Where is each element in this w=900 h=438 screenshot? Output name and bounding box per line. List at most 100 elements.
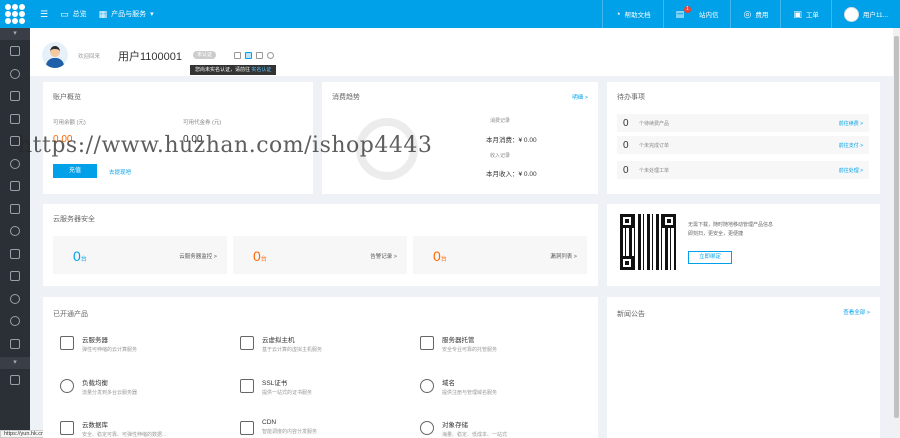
- nodes-icon: [60, 379, 74, 393]
- rail-icon-upload[interactable]: [0, 288, 30, 311]
- products-menu[interactable]: ▦ 产品与服务 ▾: [99, 9, 154, 20]
- help-icon: ◔: [615, 9, 621, 19]
- user-label: 用户11...: [862, 12, 888, 19]
- help-link[interactable]: ◔ 帮助文档: [602, 0, 662, 28]
- security-count: 0台: [433, 248, 447, 264]
- verify-link[interactable]: 实名认证: [251, 67, 271, 73]
- rail-icon-network[interactable]: [0, 175, 30, 198]
- news-card: 新闻公告 查看全部 >: [607, 297, 880, 438]
- avatar: [843, 6, 859, 22]
- page-scrollbar[interactable]: [893, 28, 900, 438]
- security-card: 云服务器安全 0台 云服务器监控 > 0台 告警记录 > 0台 漏洞列表 >: [43, 204, 598, 286]
- security-label: 漏洞列表 >: [550, 254, 577, 260]
- promo-line-1: 无需下载，随时随地移动管理产品信息: [688, 222, 774, 228]
- recharge-button[interactable]: 充值: [53, 164, 97, 178]
- product-desc: 智能调度的内容分发服务: [262, 429, 318, 435]
- id-card-icon[interactable]: [256, 52, 263, 59]
- month-spend: 本月消费：¥ 0.00: [486, 137, 537, 144]
- todo-link[interactable]: 前往支付 >: [839, 142, 863, 149]
- security-label: 云服务器监控 >: [179, 254, 217, 260]
- withdraw-link[interactable]: 去提现吧: [109, 168, 131, 176]
- rail-icon-shield[interactable]: [0, 310, 30, 333]
- rail-icon-command[interactable]: [0, 243, 30, 266]
- mail-icon: ▤: [675, 8, 685, 19]
- product-name: 对象存储: [442, 422, 468, 429]
- product-desc: 安全专业可靠的托管服务: [442, 347, 498, 353]
- product-item[interactable]: 云服务器弹性可伸缩的云计算服务: [60, 334, 137, 353]
- bind-app-button[interactable]: 立即绑定: [688, 251, 732, 264]
- todo-text: 个未处理工单: [639, 167, 670, 174]
- phone-icon[interactable]: [245, 52, 252, 59]
- legend-income: 收入记录: [490, 153, 511, 159]
- rail-icon-monitor[interactable]: [0, 265, 30, 288]
- product-item[interactable]: 服务器托管 安全专业可靠的托管服务: [420, 334, 497, 353]
- product-desc: 提供一站式的证书服务: [262, 390, 313, 396]
- rail-icon-storage[interactable]: [0, 198, 30, 221]
- qr-finder: [620, 256, 634, 270]
- security-box-vulns[interactable]: 0台 漏洞列表 >: [413, 236, 587, 274]
- settings-icon[interactable]: [267, 52, 274, 59]
- rail-icon-hosting[interactable]: [0, 85, 30, 108]
- product-desc: 海量、稳定、低成本、一站式: [442, 432, 508, 438]
- product-desc: 安全、稳定可靠、可弹性伸缩的数据...: [82, 432, 167, 438]
- rail-icon-cloud-server[interactable]: [0, 63, 30, 86]
- security-box-alerts[interactable]: 0台 告警记录 >: [233, 236, 407, 274]
- rail-icon-display[interactable]: [0, 333, 30, 356]
- product-item[interactable]: SSL证书提供一站式的证书服务: [240, 377, 312, 396]
- product-name: 云数据库: [82, 422, 108, 429]
- rail-icon-user[interactable]: [0, 220, 30, 243]
- rail-icon-dashboard[interactable]: [0, 40, 30, 63]
- tooltip-text: 您尚未实名认证，请前往: [195, 67, 251, 73]
- todo-link[interactable]: 前往续费 >: [839, 120, 863, 127]
- ticket-icon: ▣: [793, 8, 802, 19]
- rail-icon-message[interactable]: [0, 369, 30, 392]
- monitor-icon: ▭: [60, 8, 69, 19]
- product-item[interactable]: CDN 智能调度的内容分发服务: [240, 419, 317, 435]
- verify-badge[interactable]: 未认证: [193, 51, 217, 59]
- console-nav[interactable]: ▭ 总览: [60, 9, 87, 20]
- voucher-label: 可用代金券 (元): [183, 120, 222, 126]
- products-card: 已开通产品: [43, 297, 598, 438]
- rail-expand-icon[interactable]: ▾: [0, 357, 30, 369]
- left-rail: ▾ ▾: [0, 0, 30, 438]
- todo-text: 个待续费产品: [639, 120, 670, 127]
- product-item[interactable]: 负载均衡 流量分发到多台云服务器: [60, 377, 137, 396]
- help-label: 帮助文档: [624, 12, 651, 19]
- product-item[interactable]: 域名 提供注册与管理域名服务: [420, 377, 497, 396]
- product-desc: 基于云计算的虚拟主机服务: [262, 347, 323, 353]
- rail-collapse-icon[interactable]: ▾: [0, 28, 30, 40]
- billing-link[interactable]: ◎ 费用: [730, 0, 780, 28]
- console-label: 总览: [72, 11, 87, 18]
- todo-row: 0 个未处理工单 前往处理 >: [617, 161, 869, 179]
- month-income: 本月收入：¥ 0.00: [486, 171, 537, 178]
- product-name: 云服务器: [82, 337, 108, 344]
- certificate-icon: [240, 379, 254, 393]
- consumption-detail-link[interactable]: 明细 >: [572, 93, 588, 101]
- qr-finder: [662, 214, 676, 228]
- brand-logo[interactable]: [0, 0, 30, 28]
- product-item[interactable]: 云数据库安全、稳定可靠、可弹性伸缩的数据...: [60, 419, 166, 438]
- todo-link[interactable]: 前往处理 >: [839, 167, 863, 174]
- product-name: SSL证书: [262, 380, 288, 387]
- user-menu[interactable]: 用户11...: [830, 0, 900, 28]
- username: 用户1100001: [118, 51, 183, 63]
- rail-icon-cube[interactable]: [0, 108, 30, 131]
- news-more-link[interactable]: 查看全部 >: [843, 308, 870, 316]
- grid-icon: ▦: [98, 8, 108, 19]
- billing-label: 费用: [755, 12, 769, 19]
- tickets-link[interactable]: ▣ 工单: [780, 0, 831, 28]
- product-desc: 流量分发到多台云服务器: [82, 390, 138, 396]
- promo-line-2: 即刻扫，更安全，更便捷: [688, 231, 744, 237]
- profile-avatar[interactable]: [42, 42, 68, 68]
- server-icon: [60, 336, 74, 350]
- email-icon[interactable]: [234, 52, 241, 59]
- security-box-monitor[interactable]: 0台 云服务器监控 >: [53, 236, 227, 274]
- news-title: 新闻公告: [617, 311, 645, 318]
- product-item[interactable]: 对象存储海量、稳定、低成本、一站式: [420, 419, 507, 438]
- product-item[interactable]: 云虚拟主机 基于云计算的虚拟主机服务: [240, 334, 322, 353]
- messages-link[interactable]: ▤ 1 站内信: [662, 0, 731, 28]
- yen-icon: ◎: [743, 8, 752, 19]
- security-title: 云服务器安全: [53, 216, 95, 223]
- hamburger-icon[interactable]: ☰: [40, 9, 48, 20]
- product-desc: 弹性可伸缩的云计算服务: [82, 347, 138, 353]
